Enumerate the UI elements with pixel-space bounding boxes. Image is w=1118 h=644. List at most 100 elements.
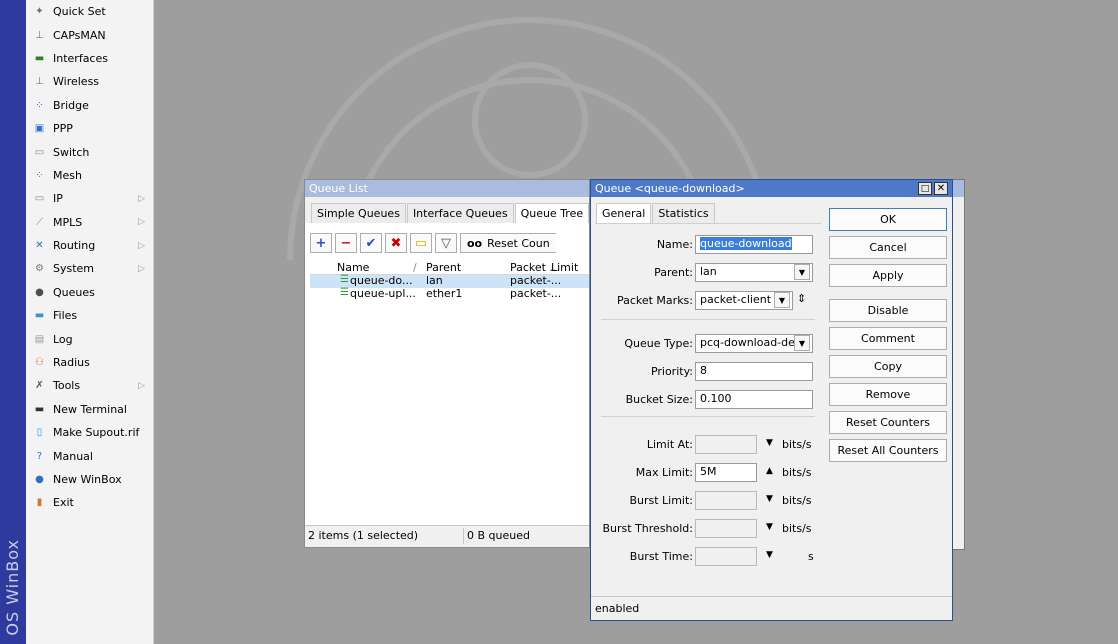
burst-limit-input[interactable] xyxy=(695,491,757,510)
add-icon[interactable]: + xyxy=(310,233,332,253)
queue-list-titlebar[interactable]: Queue List xyxy=(305,180,589,197)
menu-item-label: CAPsMAN xyxy=(53,28,106,42)
cell-name: queue-upl... xyxy=(350,287,416,300)
menu-item-system[interactable]: ⚙ System ▷ xyxy=(26,257,153,280)
remove-button[interactable]: Remove xyxy=(829,383,947,406)
interfaces-icon: ▬ xyxy=(34,52,45,64)
tab-statistics[interactable]: Statistics xyxy=(652,203,715,223)
burst-threshold-input[interactable] xyxy=(695,519,757,538)
switch-icon: ▭ xyxy=(34,146,45,158)
column-parent[interactable]: Parent xyxy=(426,261,461,274)
disable-button[interactable]: Disable xyxy=(829,299,947,322)
burst-time-input[interactable] xyxy=(695,547,757,566)
name-input[interactable]: queue-download xyxy=(695,235,813,254)
menu-item-label: Wireless xyxy=(53,75,100,89)
packet-marks-label: Packet Marks: xyxy=(616,294,693,307)
menu-item-files[interactable]: ▬ Files xyxy=(26,304,153,327)
menu-item-log[interactable]: ▤ Log xyxy=(26,327,153,350)
max-limit-input[interactable]: 5M xyxy=(695,463,757,482)
limit-at-input[interactable] xyxy=(695,435,757,454)
enable-check-icon[interactable]: ✔ xyxy=(360,233,382,253)
reset-counters-dialog-button[interactable]: Reset Counters xyxy=(829,411,947,434)
menu-item-capsman[interactable]: ⊥ CAPsMAN xyxy=(26,23,153,46)
mesh-icon: ⁘ xyxy=(35,169,44,181)
reset-counters-icon: oo xyxy=(467,236,483,250)
bucket-size-input[interactable]: 0.100 xyxy=(695,390,813,409)
max-limit-label: Max Limit: xyxy=(635,466,693,479)
menu-item-label: Manual xyxy=(53,449,93,463)
reset-counters-button[interactable]: oo Reset Coun xyxy=(460,233,556,253)
cell-parent: ether1 xyxy=(426,287,463,300)
queue-list-tabs: Simple Queues Interface Queues Queue Tre… xyxy=(305,197,611,223)
priority-input[interactable]: 8 xyxy=(695,362,813,381)
reset-counters-label: Reset Coun xyxy=(487,236,550,250)
comment-note-icon[interactable]: ▭ xyxy=(410,233,432,253)
menu-item-interfaces[interactable]: ▬ Interfaces xyxy=(26,47,153,70)
queue-dialog-statusbar: enabled xyxy=(591,596,952,620)
packet-marks-updown-icon[interactable]: ⇕ xyxy=(797,292,806,305)
menu-item-manual[interactable]: ? Manual xyxy=(26,444,153,467)
burst-time-expand-icon[interactable]: ▼ xyxy=(766,550,773,560)
menu-item-ppp[interactable]: ▣ PPP xyxy=(26,117,153,140)
comment-button[interactable]: Comment xyxy=(829,327,947,350)
menu-item-new-winbox[interactable]: ● New WinBox xyxy=(26,468,153,491)
menu-item-radius[interactable]: ⚇ Radius xyxy=(26,351,153,374)
column-limit[interactable]: Limit xyxy=(551,261,578,274)
menu-item-ip[interactable]: ▭ IP ▷ xyxy=(26,187,153,210)
queue-dialog-titlebar[interactable]: Queue <queue-download> xyxy=(591,180,952,197)
packet-marks-dropdown-icon[interactable]: ▼ xyxy=(774,292,790,308)
burst-limit-expand-icon[interactable]: ▼ xyxy=(766,494,773,504)
menu-item-mpls[interactable]: ⟋ MPLS ▷ xyxy=(26,211,153,234)
menu-item-label: Log xyxy=(53,332,73,346)
tab-interface-queues[interactable]: Interface Queues xyxy=(406,203,514,223)
menu-item-exit[interactable]: ▮ Exit xyxy=(26,491,153,514)
menu-item-label: Quick Set xyxy=(53,5,106,19)
queue-list-window: Queue List Simple Queues Interface Queue… xyxy=(304,179,611,548)
tab-queue-tree[interactable]: Queue Tree xyxy=(514,203,590,223)
menu-item-label: Interfaces xyxy=(53,51,108,65)
apply-button[interactable]: Apply xyxy=(829,264,947,287)
maximize-icon[interactable]: □ xyxy=(918,182,932,195)
priority-label: Priority: xyxy=(650,365,693,378)
table-row[interactable]: ☰ queue-upl... ether1 packet-... xyxy=(310,287,589,301)
menu-item-make-supout-rif[interactable]: ▯ Make Supout.rif xyxy=(26,421,153,444)
max-limit-value: 5M xyxy=(700,465,717,478)
limit-at-expand-icon[interactable]: ▼ xyxy=(766,438,773,448)
menu-item-label: System xyxy=(53,262,95,276)
parent-dropdown-icon[interactable]: ▼ xyxy=(794,264,810,280)
bucket-size-value: 0.100 xyxy=(700,392,732,405)
burst-threshold-expand-icon[interactable]: ▼ xyxy=(766,522,773,532)
menu-item-routing[interactable]: ✕ Routing ▷ xyxy=(26,234,153,257)
tab-general[interactable]: General xyxy=(596,203,652,223)
separator xyxy=(601,319,815,320)
reset-all-counters-button[interactable]: Reset All Counters xyxy=(829,439,947,462)
status-queued: 0 B queued xyxy=(467,529,530,542)
menu-item-queues[interactable]: ● Queues xyxy=(26,281,153,304)
menu-item-switch[interactable]: ▭ Switch xyxy=(26,140,153,163)
burst-limit-label: Burst Limit: xyxy=(629,494,693,507)
cancel-button[interactable]: Cancel xyxy=(829,236,947,259)
dialog-window-controls: □ ✕ xyxy=(918,182,948,195)
tab-simple-queues[interactable]: Simple Queues xyxy=(311,203,406,223)
close-icon[interactable]: ✕ xyxy=(934,182,948,195)
column-name[interactable]: Name xyxy=(337,261,369,274)
menu-item-bridge[interactable]: ⁘ Bridge xyxy=(26,94,153,117)
queue-list-title: Queue List xyxy=(309,182,368,195)
filter-icon[interactable]: ▽ xyxy=(435,233,457,253)
menu-item-label: Switch xyxy=(53,145,90,159)
copy-button[interactable]: Copy xyxy=(829,355,947,378)
submenu-arrow-icon: ▷ xyxy=(138,217,145,228)
max-limit-collapse-icon[interactable]: ▲ xyxy=(766,466,773,476)
menu-item-wireless[interactable]: ⊥ Wireless xyxy=(26,70,153,93)
name-label: Name: xyxy=(656,238,693,251)
disable-x-icon[interactable]: ✖ xyxy=(385,233,407,253)
queue-type-dropdown-icon[interactable]: ▼ xyxy=(794,335,810,351)
menu-item-mesh[interactable]: ⁘ Mesh xyxy=(26,164,153,187)
sort-indicator: / xyxy=(413,261,417,274)
menu-item-tools[interactable]: ✗ Tools ▷ xyxy=(26,374,153,397)
menu-item-quick-set[interactable]: ✦ Quick Set xyxy=(26,0,153,23)
menu-item-new-terminal[interactable]: ▬ New Terminal xyxy=(26,398,153,421)
dialog-buttons: OK Cancel Apply Disable Comment Copy Rem… xyxy=(829,205,947,475)
remove-icon[interactable]: − xyxy=(335,233,357,253)
ok-button[interactable]: OK xyxy=(829,208,947,231)
